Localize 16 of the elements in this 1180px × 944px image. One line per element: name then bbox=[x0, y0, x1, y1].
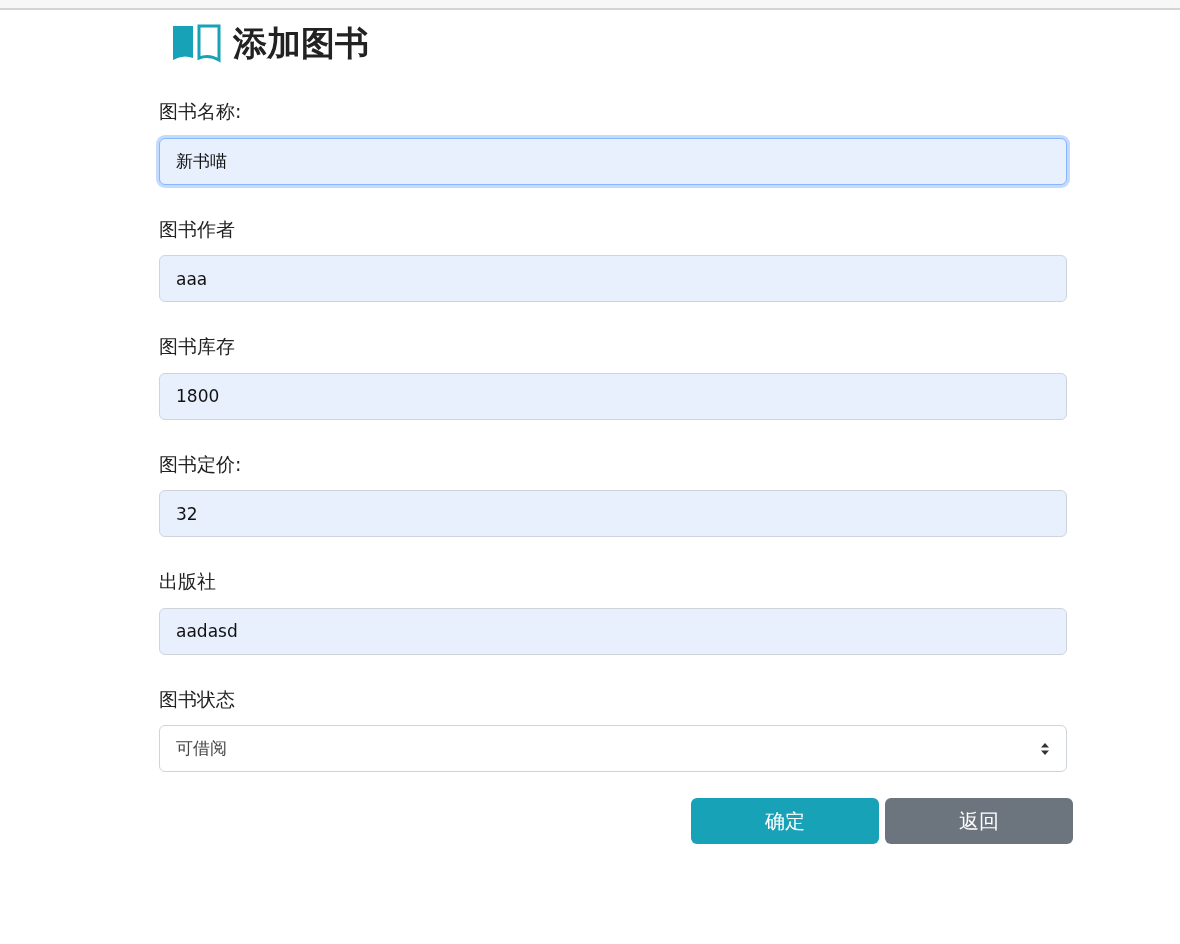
field-label: 图书状态 bbox=[159, 686, 236, 712]
text-field[interactable]: 1800 bbox=[159, 372, 1067, 420]
field-label: 图书定价: bbox=[159, 451, 243, 477]
book-icon bbox=[171, 23, 221, 64]
status-select[interactable]: 可借阅 bbox=[159, 725, 1067, 772]
text-field[interactable]: 32 bbox=[159, 490, 1067, 537]
field-label: 出版社 bbox=[159, 569, 217, 594]
field-label: 图书作者 bbox=[159, 216, 236, 242]
field-label: 图书名称: bbox=[159, 99, 243, 124]
back-button[interactable]: 返回 bbox=[885, 798, 1073, 844]
page-title: 添加图书 bbox=[233, 22, 369, 65]
field-label: 图书库存 bbox=[159, 334, 236, 359]
text-field[interactable]: aaa bbox=[159, 255, 1067, 302]
text-field[interactable]: 新书喵 bbox=[159, 137, 1067, 185]
sort-icon bbox=[1040, 741, 1050, 756]
text-field[interactable]: aadasd bbox=[159, 607, 1067, 655]
